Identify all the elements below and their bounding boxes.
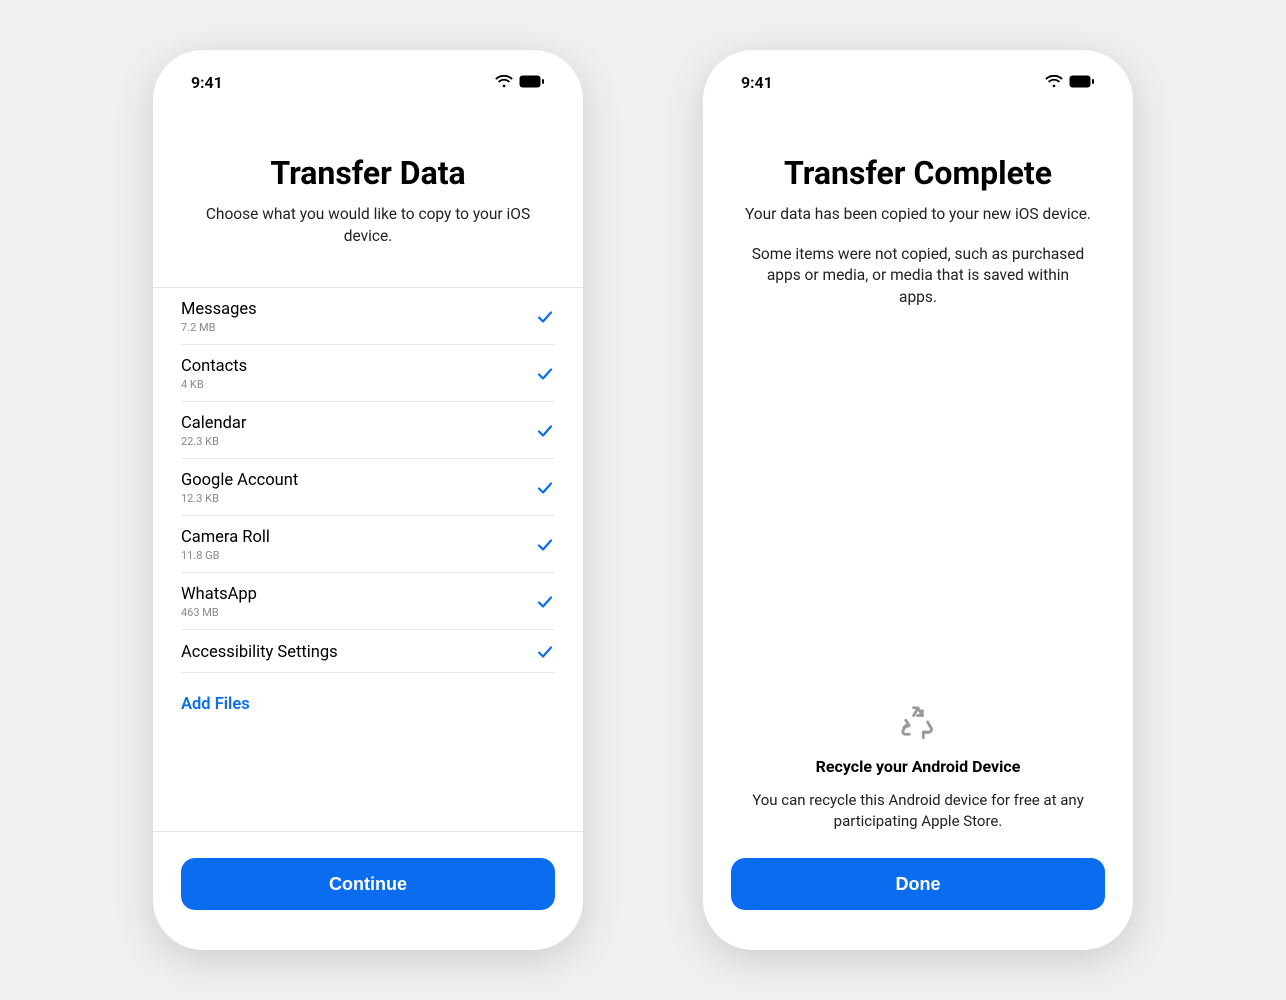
check-icon[interactable] [535,592,555,612]
add-files-row: Add Files [153,673,583,732]
item-label: WhatsApp [181,585,257,604]
page-subtitle: Choose what you would like to copy to yo… [183,204,553,247]
recycle-block: Recycle your Android Device You can recy… [703,701,1133,858]
divider [153,831,583,832]
list-item[interactable]: Contacts 4 KB [181,345,555,402]
item-size: 7.2 MB [181,321,257,334]
item-text: Messages 7.2 MB [181,300,257,334]
item-text: Calendar 22.3 KB [181,414,246,448]
recycle-icon [733,701,1103,743]
phone-transfer-data: 9:41 Transfer Data Choose what you would… [153,50,583,950]
status-icons [495,73,545,92]
page-title: Transfer Complete [733,154,1103,192]
list-item[interactable]: Messages 7.2 MB [181,288,555,345]
body: Recycle your Android Device You can recy… [703,329,1133,858]
item-label: Accessibility Settings [181,643,338,662]
done-button[interactable]: Done [731,858,1105,910]
item-text: Camera Roll 11.8 GB [181,528,270,562]
status-icons [1045,73,1095,92]
check-icon[interactable] [535,642,555,662]
item-size: 22.3 KB [181,435,246,448]
item-label: Calendar [181,414,246,433]
check-icon[interactable] [535,307,555,327]
wifi-icon [495,73,513,92]
screen-header: Transfer Complete Your data has been cop… [703,104,1133,329]
page-title: Transfer Data [183,154,553,192]
item-size: 11.8 GB [181,549,270,562]
status-bar: 9:41 [153,50,583,104]
bottom-area: Done [703,858,1133,950]
phone-transfer-complete: 9:41 Transfer Complete Your data has bee… [703,50,1133,950]
transfer-items-list: Messages 7.2 MB Contacts 4 KB Calendar 22.3 K… [153,288,583,673]
item-label: Messages [181,300,257,319]
item-size: 463 MB [181,606,257,619]
item-label: Camera Roll [181,528,270,547]
item-text: WhatsApp 463 MB [181,585,257,619]
item-label: Google Account [181,471,298,490]
item-label: Contacts [181,357,247,376]
item-size: 4 KB [181,378,247,391]
check-icon[interactable] [535,478,555,498]
list-item[interactable]: Camera Roll 11.8 GB [181,516,555,573]
page-subtitle: Your data has been copied to your new iO… [733,204,1103,226]
continue-button[interactable]: Continue [181,858,555,910]
add-files-link[interactable]: Add Files [181,673,555,732]
list-item[interactable]: Google Account 12.3 KB [181,459,555,516]
item-size: 12.3 KB [181,492,298,505]
item-text: Accessibility Settings [181,643,338,662]
status-time: 9:41 [741,73,773,92]
check-icon[interactable] [535,364,555,384]
check-icon[interactable] [535,535,555,555]
screen-header: Transfer Data Choose what you would like… [153,104,583,267]
battery-icon [1069,73,1095,92]
battery-icon [519,73,545,92]
check-icon[interactable] [535,421,555,441]
list-item[interactable]: WhatsApp 463 MB [181,573,555,630]
page-note: Some items were not copied, such as purc… [733,244,1103,309]
item-text: Contacts 4 KB [181,357,247,391]
bottom-area: Continue [153,831,583,950]
item-text: Google Account 12.3 KB [181,471,298,505]
recycle-title: Recycle your Android Device [733,757,1103,776]
list-item[interactable]: Accessibility Settings [181,630,555,673]
wifi-icon [1045,73,1063,92]
status-time: 9:41 [191,73,223,92]
list-item[interactable]: Calendar 22.3 KB [181,402,555,459]
recycle-text: You can recycle this Android device for … [733,790,1103,832]
status-bar: 9:41 [703,50,1133,104]
